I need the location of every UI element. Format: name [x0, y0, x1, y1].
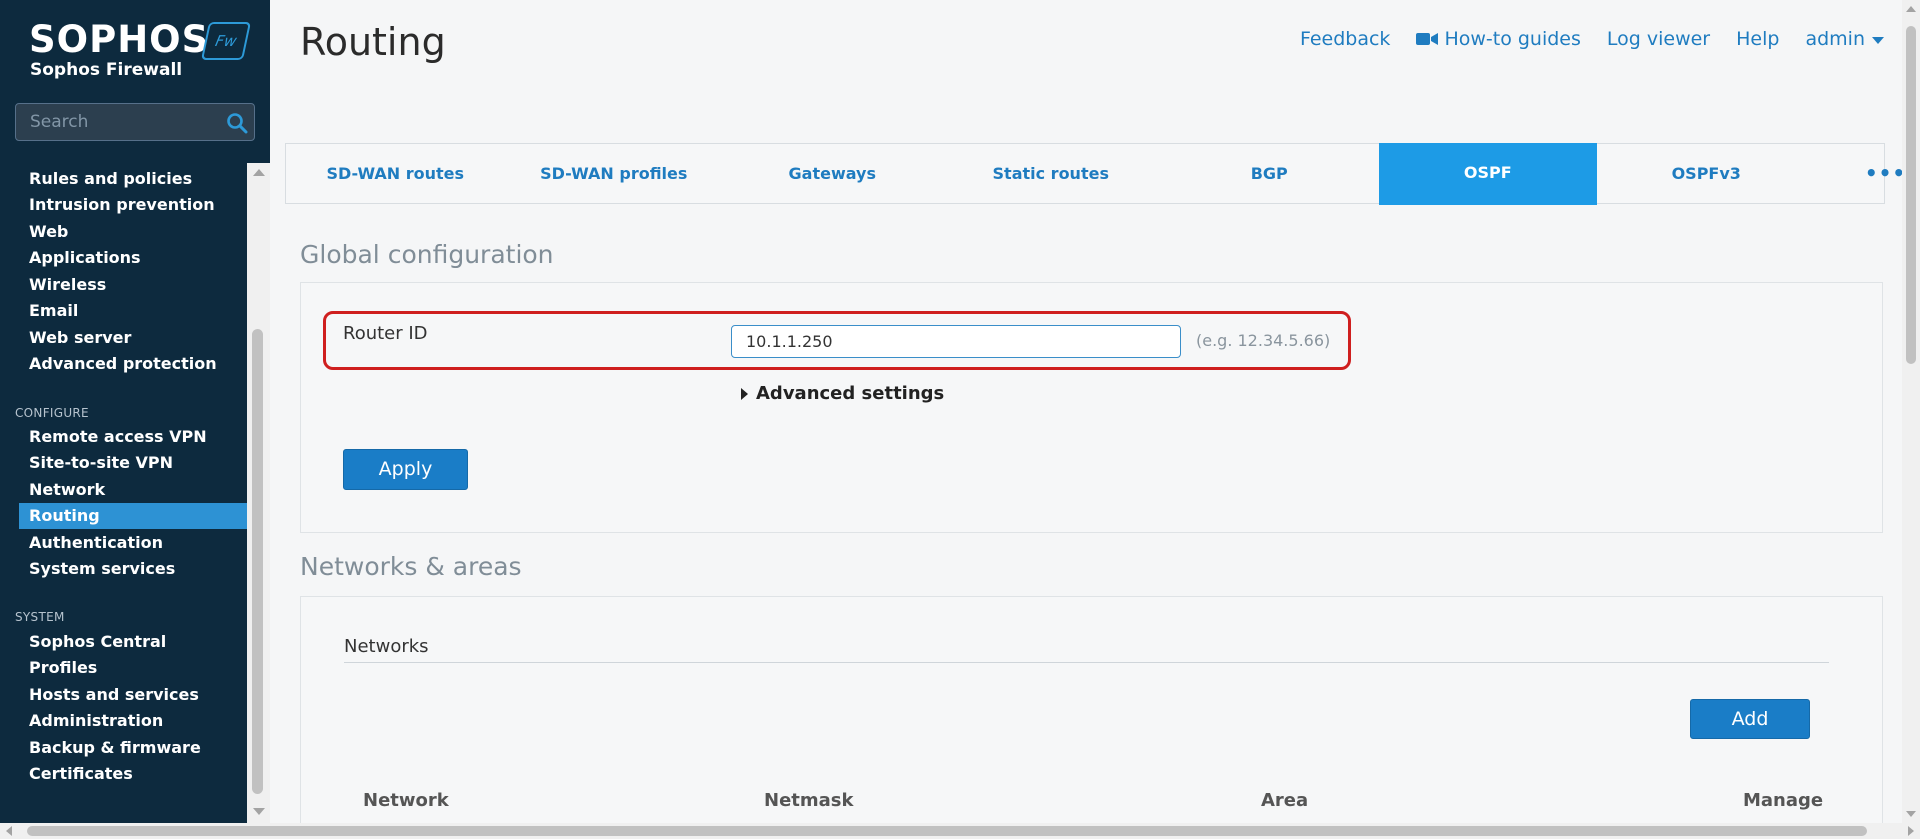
networks-areas-panel: [300, 596, 1883, 823]
page-vertical-scrollbar[interactable]: [1902, 0, 1920, 823]
router-id-hint: (e.g. 12.34.5.66): [1196, 331, 1331, 350]
search-input[interactable]: [30, 112, 220, 132]
sidebar-scrollbar[interactable]: [247, 163, 270, 823]
sidebar-item-hosts-and-services[interactable]: Hosts and services: [29, 682, 199, 708]
sidebar-item-network[interactable]: Network: [29, 477, 105, 503]
sidebar-item-backup-firmware[interactable]: Backup & firmware: [29, 735, 201, 761]
networks-areas-heading: Networks & areas: [300, 552, 522, 581]
firewall-badge-icon: Fw: [200, 22, 252, 60]
global-configuration-heading: Global configuration: [300, 240, 554, 269]
tab-ospfv3[interactable]: OSPFv3: [1597, 144, 1816, 203]
column-header-manage: Manage: [1743, 790, 1824, 811]
page-scroll-thumb[interactable]: [1906, 26, 1916, 364]
user-menu[interactable]: admin: [1805, 28, 1884, 50]
apply-button[interactable]: Apply: [343, 449, 468, 490]
page-horizontal-scrollbar[interactable]: [0, 823, 1920, 839]
sidebar-item-authentication[interactable]: Authentication: [29, 530, 163, 556]
logo-text: SOPHOS: [29, 18, 210, 61]
sophos-logo[interactable]: SOPHOS Fw Sophos Firewall: [29, 18, 252, 86]
tab-gateways[interactable]: Gateways: [723, 144, 942, 203]
top-links: Feedback How-to guides Log viewer Help a…: [1274, 26, 1884, 52]
product-name: Sophos Firewall: [30, 60, 183, 80]
routing-tabs: SD-WAN routes SD-WAN profiles Gateways S…: [285, 143, 1905, 205]
advanced-settings-toggle[interactable]: Advanced settings: [741, 383, 944, 404]
tab-bgp[interactable]: BGP: [1160, 144, 1379, 203]
add-network-button[interactable]: Add: [1690, 699, 1810, 739]
sidebar-item-rules-and-policies[interactable]: Rules and policies: [29, 166, 192, 192]
tab-sd-wan-profiles[interactable]: SD-WAN profiles: [505, 144, 724, 203]
sidebar-item-routing[interactable]: Routing: [19, 503, 247, 529]
column-header-network[interactable]: Network: [363, 790, 449, 811]
scroll-right-arrow-icon[interactable]: [1908, 826, 1914, 836]
video-camera-icon: [1416, 33, 1439, 45]
page-title: Routing: [300, 20, 446, 64]
caret-right-icon: [741, 387, 748, 400]
scroll-left-arrow-icon[interactable]: [6, 826, 12, 836]
search-icon[interactable]: [226, 112, 248, 134]
howto-guides-link[interactable]: How-to guides: [1416, 28, 1581, 50]
section-header-configure: CONFIGURE: [15, 406, 89, 420]
column-header-netmask[interactable]: Netmask: [764, 790, 853, 811]
sidebar-item-applications[interactable]: Applications: [29, 245, 141, 271]
sidebar-item-remote-access-vpn[interactable]: Remote access VPN: [29, 424, 207, 450]
column-header-area[interactable]: Area: [1261, 790, 1308, 811]
sidebar-item-wireless[interactable]: Wireless: [29, 272, 106, 298]
sidebar-item-advanced-protection[interactable]: Advanced protection: [29, 351, 217, 377]
sidebar-item-profiles[interactable]: Profiles: [29, 655, 97, 681]
feedback-link[interactable]: Feedback: [1300, 28, 1390, 50]
router-id-input[interactable]: [731, 325, 1181, 358]
networks-subheading: Networks: [344, 636, 429, 657]
scroll-up-arrow-icon[interactable]: [253, 169, 265, 176]
networks-divider: [344, 662, 1829, 663]
scroll-down-arrow-icon[interactable]: [253, 808, 265, 815]
sidebar-item-site-to-site-vpn[interactable]: Site-to-site VPN: [29, 450, 173, 476]
section-header-system: SYSTEM: [15, 610, 65, 624]
user-name: admin: [1805, 28, 1865, 50]
sidebar-item-sophos-central[interactable]: Sophos Central: [29, 629, 166, 655]
sidebar-item-web[interactable]: Web: [29, 219, 68, 245]
search-box: [15, 103, 255, 141]
router-id-label: Router ID: [343, 323, 428, 344]
advanced-settings-label: Advanced settings: [756, 383, 945, 404]
caret-down-icon: [1872, 36, 1884, 44]
log-viewer-link[interactable]: Log viewer: [1607, 28, 1710, 50]
tab-static-routes[interactable]: Static routes: [942, 144, 1161, 203]
horizontal-scroll-thumb[interactable]: [27, 826, 1867, 836]
tab-ospf[interactable]: OSPF: [1378, 143, 1597, 205]
sidebar-item-email[interactable]: Email: [29, 298, 78, 324]
scroll-up-arrow-icon[interactable]: [1906, 6, 1916, 12]
sidebar-item-intrusion-prevention[interactable]: Intrusion prevention: [29, 192, 215, 218]
sidebar-item-web-server[interactable]: Web server: [29, 325, 131, 351]
help-link[interactable]: Help: [1736, 28, 1779, 50]
sidebar-item-certificates[interactable]: Certificates: [29, 761, 133, 787]
sidebar-item-system-services[interactable]: System services: [29, 556, 175, 582]
tab-sd-wan-routes[interactable]: SD-WAN routes: [286, 144, 505, 203]
sidebar-nav: Rules and policies Intrusion prevention …: [0, 163, 247, 823]
sidebar-scroll-thumb[interactable]: [252, 329, 263, 794]
scroll-down-arrow-icon[interactable]: [1906, 811, 1916, 817]
sidebar: SOPHOS Fw Sophos Firewall Rules and poli…: [0, 0, 270, 823]
howto-guides-label: How-to guides: [1444, 28, 1581, 50]
sidebar-item-administration[interactable]: Administration: [29, 708, 163, 734]
